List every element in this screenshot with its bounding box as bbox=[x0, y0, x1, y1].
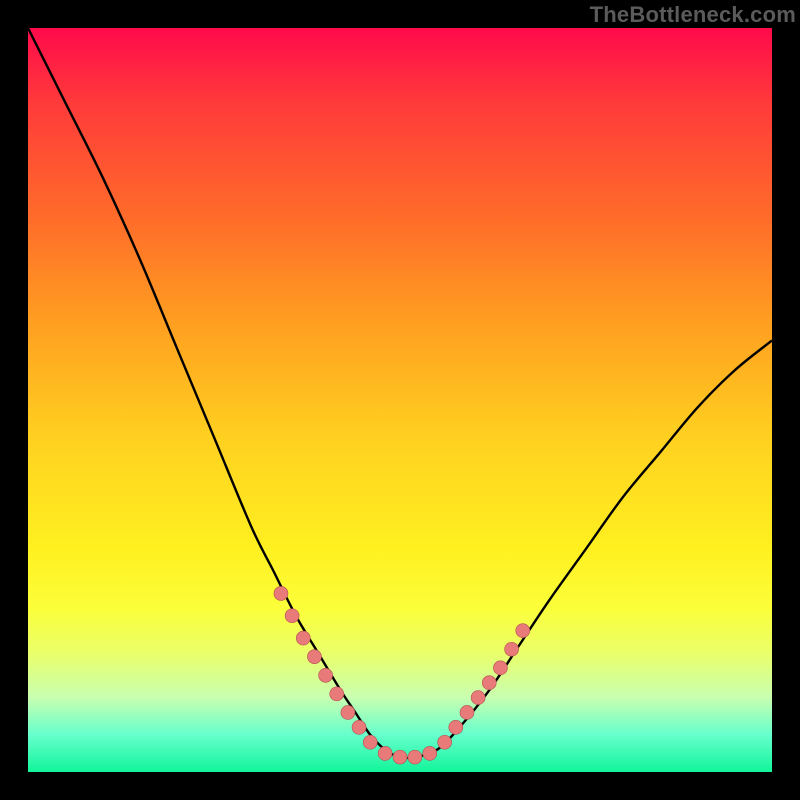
curve-dot bbox=[363, 735, 377, 749]
curve-dot bbox=[423, 746, 437, 760]
curve-dot bbox=[296, 631, 310, 645]
curve-dot bbox=[341, 705, 355, 719]
curve-dot bbox=[482, 676, 496, 690]
curve-dot bbox=[319, 668, 333, 682]
curve-dot bbox=[285, 609, 299, 623]
curve-dot bbox=[378, 746, 392, 760]
curve-dot bbox=[438, 735, 452, 749]
curve-dot bbox=[352, 720, 366, 734]
watermark-text: TheBottleneck.com bbox=[590, 2, 796, 28]
bottleneck-curve bbox=[28, 28, 772, 758]
curve-dots bbox=[274, 586, 530, 764]
curve-dot bbox=[449, 720, 463, 734]
curve-dot bbox=[460, 705, 474, 719]
curve-dot bbox=[330, 687, 344, 701]
curve-dot bbox=[516, 624, 530, 638]
curve-dot bbox=[505, 642, 519, 656]
curve-dot bbox=[471, 691, 485, 705]
chart-frame: TheBottleneck.com bbox=[0, 0, 800, 800]
plot-area bbox=[28, 28, 772, 772]
curve-dot bbox=[493, 661, 507, 675]
curve-layer bbox=[28, 28, 772, 772]
curve-dot bbox=[408, 750, 422, 764]
curve-dot bbox=[274, 586, 288, 600]
curve-dot bbox=[307, 650, 321, 664]
curve-dot bbox=[393, 750, 407, 764]
